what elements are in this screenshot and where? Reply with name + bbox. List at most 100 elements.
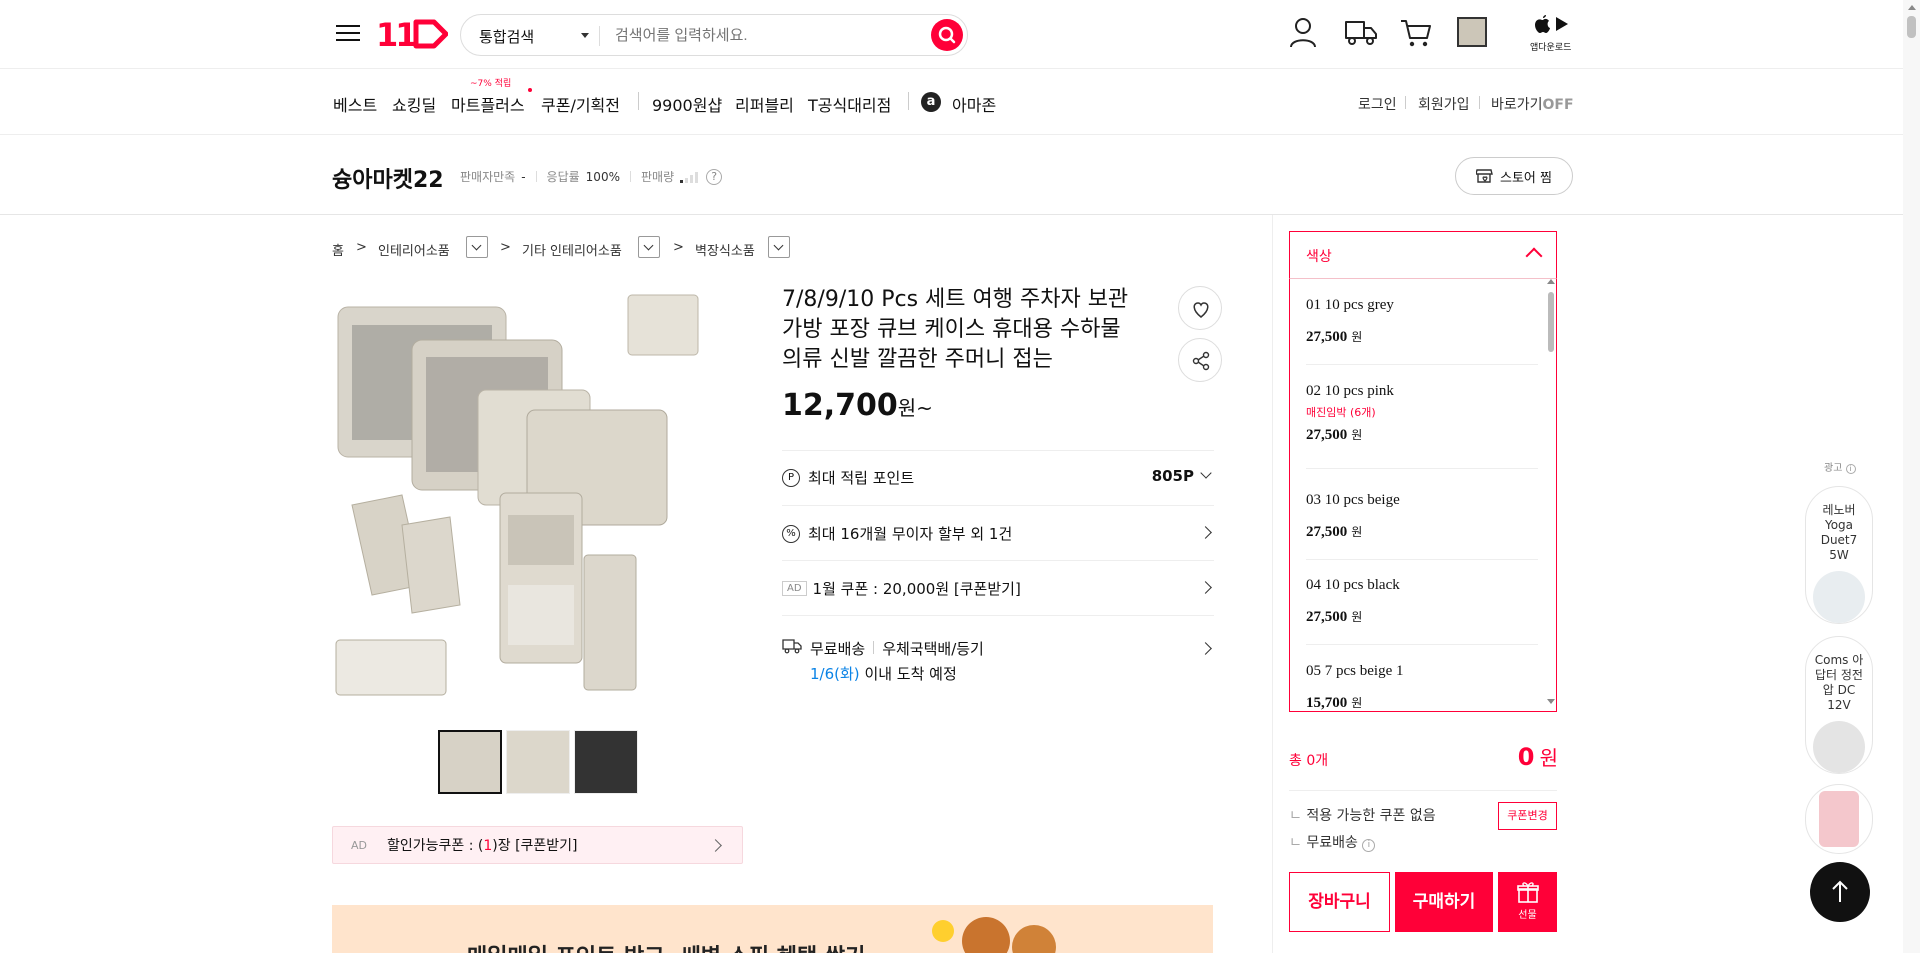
shortcut-toggle[interactable]: 바로가기OFF xyxy=(1491,94,1574,114)
ad-card-text: Coms 아답터 정전압 DC 12V xyxy=(1814,653,1864,712)
breadcrumb-dropdown[interactable] xyxy=(466,236,488,258)
breadcrumb-item[interactable]: 기타 인테리어소품 xyxy=(522,240,622,259)
option-item[interactable]: 05 7 pcs beige 1 15,700 원 xyxy=(1306,663,1538,711)
thumbnail-3[interactable] xyxy=(574,730,638,794)
nav-item-refurb[interactable]: 리퍼블리 xyxy=(735,92,794,116)
share-icon xyxy=(1192,351,1210,371)
share-button[interactable] xyxy=(1178,338,1222,382)
points-row[interactable]: P 최대 적립 포인트 805P xyxy=(782,450,1214,505)
mascot-icon xyxy=(962,917,1010,953)
thumbnail-2[interactable] xyxy=(506,730,570,794)
help-icon[interactable]: ? xyxy=(706,168,723,185)
buy-button[interactable]: 구매하기 xyxy=(1395,872,1493,932)
option-price-value: 15,700 xyxy=(1306,695,1348,711)
chevron-right-icon xyxy=(1199,581,1212,594)
shipping-row[interactable]: 무료배송 우체국택배/등기 1/6(화) 이내 도착 예정 xyxy=(782,615,1214,690)
option-item[interactable]: 02 10 pcs pink 매진임박 (6개) 27,500 원 xyxy=(1306,383,1538,469)
breadcrumb-item[interactable]: 벽장식소품 xyxy=(695,240,755,259)
option-name: 05 7 pcs beige 1 xyxy=(1306,663,1404,679)
discount-text-pre: 할인가능쿠폰 : ( xyxy=(387,838,484,854)
store-name[interactable]: 슝아마켓22 xyxy=(332,162,444,194)
recent-item-thumb[interactable] xyxy=(1457,17,1487,47)
user-icon[interactable] xyxy=(1288,16,1318,48)
delivery-truck-icon[interactable] xyxy=(1344,18,1378,46)
signup-link[interactable]: 회원가입 xyxy=(1418,94,1470,114)
breadcrumb-item[interactable]: 인테리어소품 xyxy=(378,240,450,259)
info-icon[interactable]: i xyxy=(1845,464,1856,474)
breadcrumb-dropdown[interactable] xyxy=(638,236,660,258)
nav-item-mart-plus[interactable]: 마트플러스 xyxy=(451,92,525,116)
option-header[interactable]: 색상 xyxy=(1289,231,1557,279)
wishlist-button[interactable] xyxy=(1178,286,1222,330)
nav-divider xyxy=(1405,96,1406,109)
product-main-image[interactable] xyxy=(332,285,742,700)
scroll-top-button[interactable] xyxy=(1810,862,1870,922)
installment-row[interactable]: % 최대 16개월 무이자 할부 외 1건 xyxy=(782,505,1214,560)
chevron-down-icon[interactable] xyxy=(581,33,589,38)
store-stats: 판매자만족 - 응답률 100% 판매량 ? xyxy=(460,168,723,185)
search-input[interactable] xyxy=(615,23,915,47)
option-price-unit: 원 xyxy=(1351,696,1363,710)
search-category-select[interactable]: 통합검색 xyxy=(479,26,534,47)
nav-item-t-agency[interactable]: T공식대리점 xyxy=(808,92,891,116)
option-item[interactable]: 04 10 pcs black 27,500 원 xyxy=(1306,577,1538,645)
store-follow-button[interactable]: 스토어 찜 xyxy=(1455,157,1573,195)
option-list: 01 10 pcs grey 27,500 원 02 10 pcs pink 매진… xyxy=(1289,279,1557,712)
nav-item-9900[interactable]: 9900원샵 xyxy=(652,92,722,116)
scroll-down-arrow[interactable] xyxy=(1547,699,1555,704)
point-icon: P xyxy=(782,468,800,487)
total-count: 총 0개 xyxy=(1289,753,1329,769)
search-button[interactable] xyxy=(931,19,963,51)
nav-divider xyxy=(908,92,909,110)
promo-banner-text: 매일매일 포인트 받고, 쌔벽 쇼핑 혜택 쌓기 xyxy=(467,939,865,953)
option-item[interactable]: 03 10 pcs beige 27,500 원 xyxy=(1306,492,1538,560)
ad-card[interactable]: Coms 아답터 정전압 DC 12V xyxy=(1805,636,1873,774)
app-store-icon[interactable] xyxy=(1532,14,1572,34)
scrollbar-thumb[interactable] xyxy=(1907,16,1916,38)
coupon-change-button[interactable]: 쿠폰변경 xyxy=(1498,802,1557,830)
breadcrumb-home[interactable]: 홈 xyxy=(332,240,344,259)
option-scrollbar[interactable] xyxy=(1547,279,1555,704)
option-item[interactable]: 01 10 pcs grey 27,500 원 xyxy=(1306,297,1538,365)
sidebar-divider xyxy=(1272,215,1273,953)
ad-card[interactable] xyxy=(1805,784,1873,854)
discount-coupon-bar[interactable]: AD 할인가능쿠폰 : (1)장 [쿠폰받기] xyxy=(332,826,743,864)
nav-item-shocking-deal[interactable]: 쇼킹딜 xyxy=(392,92,436,116)
scroll-up-arrow[interactable] xyxy=(1908,5,1916,10)
total-divider xyxy=(1289,790,1557,791)
shipping-label: 무료배송 xyxy=(810,640,866,658)
shipping-info: 무료배송 우체국택배/등기 xyxy=(810,638,984,659)
info-icon[interactable]: i xyxy=(1362,839,1376,852)
page-scrollbar[interactable] xyxy=(1903,0,1920,953)
coupon-row[interactable]: AD 1월 쿠폰 : 20,000원 [쿠폰받기] xyxy=(782,560,1214,615)
menu-icon[interactable] xyxy=(336,20,360,44)
breadcrumb-dropdown[interactable] xyxy=(768,236,790,258)
nav-item-best[interactable]: 베스트 xyxy=(333,92,377,116)
login-link[interactable]: 로그인 xyxy=(1358,94,1397,114)
app-download-label[interactable]: 앱다운로드 xyxy=(1530,40,1571,53)
scroll-up-arrow[interactable] xyxy=(1547,279,1555,284)
product-title-line: 가방 포장 큐브 케이스 휴대용 수하물 xyxy=(782,317,1121,342)
nav-item-coupon[interactable]: 쿠폰/기획전 xyxy=(541,92,620,116)
search-divider xyxy=(599,26,600,46)
chevron-right-icon xyxy=(1199,526,1212,539)
site-logo[interactable]: 11 xyxy=(376,14,449,54)
nav-divider xyxy=(638,92,639,110)
price-unit: 원~ xyxy=(897,396,933,420)
product-price: 12,700원~ xyxy=(782,388,933,423)
option-warning: 매진임박 (6개) xyxy=(1306,406,1376,419)
installment-wrap: % 최대 16개월 무이자 할부 외 1건 xyxy=(782,523,1012,544)
scrollbar-thumb[interactable] xyxy=(1548,292,1554,352)
cart-icon[interactable] xyxy=(1400,18,1432,48)
nav-item-amazon[interactable]: 아마존 xyxy=(952,92,996,116)
cart-button[interactable]: 장바구니 xyxy=(1289,872,1390,932)
amazon-logo-icon[interactable]: a xyxy=(921,92,941,112)
svg-text:11: 11 xyxy=(376,16,416,54)
thumbnail-1[interactable] xyxy=(438,730,502,794)
option-price-unit: 원 xyxy=(1351,525,1363,539)
stat-divider xyxy=(535,171,537,182)
promo-banner[interactable]: 매일매일 포인트 받고, 쌔벽 쇼핑 혜택 쌓기 xyxy=(332,905,1213,953)
buy-button-label: 구매하기 xyxy=(1412,892,1476,912)
ad-card[interactable]: 레노버 Yoga Duet7 5W xyxy=(1805,486,1873,624)
gift-button[interactable]: 선물 xyxy=(1498,872,1557,932)
